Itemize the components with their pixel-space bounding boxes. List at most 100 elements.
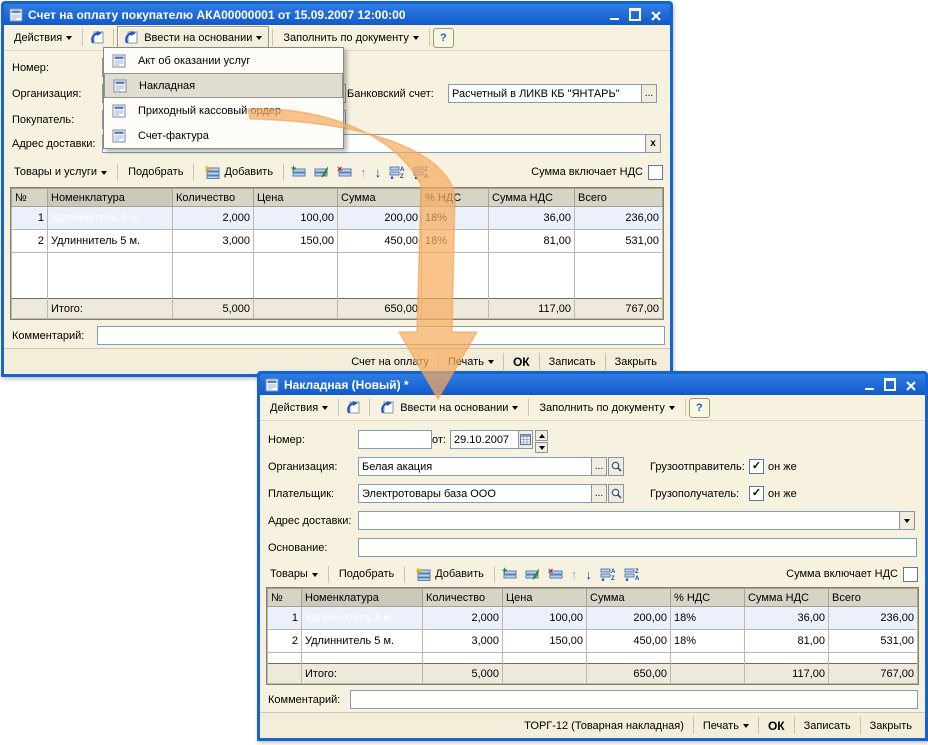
col-header-nomenclature[interactable]: Номенклатура: [48, 189, 173, 207]
insert-row-button[interactable]: +: [287, 162, 310, 182]
add-row-button[interactable]: ✶ Добавить: [197, 161, 280, 183]
minimize-icon[interactable]: [863, 379, 875, 391]
sort-za-button[interactable]: ZA: [409, 162, 433, 182]
maximize-icon[interactable]: [629, 9, 641, 21]
organization-field[interactable]: [358, 457, 598, 476]
close-button[interactable]: Закрыть: [861, 718, 921, 734]
payer-field[interactable]: [358, 484, 598, 503]
delete-row-button[interactable]: ×: [544, 564, 567, 584]
basis-field[interactable]: [358, 538, 917, 557]
chevron-down-icon: [256, 36, 262, 40]
sort-za-button[interactable]: ZA: [620, 564, 644, 584]
menu-item-cash-order[interactable]: Приходный кассовый ордер: [104, 98, 343, 123]
col-header-num[interactable]: №: [12, 189, 48, 207]
save-button[interactable]: Записать: [795, 718, 860, 734]
col-header-sum[interactable]: Сумма: [587, 589, 671, 607]
edit-row-button[interactable]: [310, 162, 333, 182]
col-header-vat[interactable]: % НДС: [671, 589, 745, 607]
organization-label: Организация:: [12, 88, 81, 100]
actions-menu-button[interactable]: Действия: [263, 398, 335, 418]
enter-on-basis-button[interactable]: Ввести на основании: [373, 396, 525, 419]
print-button[interactable]: Печать: [694, 718, 758, 734]
print-button[interactable]: Печать: [439, 354, 503, 370]
chevron-down-icon: [669, 406, 675, 410]
col-header-vat[interactable]: % НДС: [422, 189, 489, 207]
calendar-button[interactable]: [518, 430, 533, 449]
stepper-down-button[interactable]: [535, 442, 548, 453]
fill-by-document-button[interactable]: Заполнить по документу: [276, 28, 425, 48]
col-header-total[interactable]: Всего: [829, 589, 918, 607]
menu-item-invoice-factura[interactable]: Счет-фактура: [104, 123, 343, 148]
move-up-button[interactable]: ↑: [356, 162, 371, 183]
menu-item-waybill[interactable]: Накладная: [104, 73, 343, 98]
refresh-basis-icon-button[interactable]: [86, 27, 110, 48]
vat-included-checkbox[interactable]: [648, 165, 663, 180]
close-icon[interactable]: [905, 379, 917, 391]
ok-button[interactable]: ОК: [759, 717, 794, 735]
col-header-nomenclature[interactable]: Номенклатура: [302, 589, 423, 607]
refresh-basis-icon-button[interactable]: [342, 397, 366, 418]
close-icon[interactable]: [650, 9, 662, 21]
delivery-address-field[interactable]: [358, 511, 902, 530]
help-button[interactable]: ?: [433, 28, 454, 48]
maximize-icon[interactable]: [884, 379, 896, 391]
vat-included-checkbox[interactable]: [903, 567, 918, 582]
organization-lookup-button[interactable]: [608, 457, 624, 476]
edit-row-button[interactable]: [521, 564, 544, 584]
sort-az-button[interactable]: AZ: [385, 162, 409, 182]
ok-button[interactable]: ОК: [504, 353, 539, 371]
clear-field-button[interactable]: x: [645, 134, 661, 153]
triangle-down-icon: [904, 519, 910, 523]
actions-menu-button[interactable]: Действия: [7, 28, 79, 48]
help-button[interactable]: ?: [689, 398, 710, 418]
goods-services-menu-button[interactable]: Товары и услуги: [7, 162, 114, 182]
payer-ellipsis-button[interactable]: ...: [591, 484, 607, 503]
delete-row-button[interactable]: ×: [333, 162, 356, 182]
col-header-vat-sum[interactable]: Сумма НДС: [489, 189, 575, 207]
invoice-titlebar[interactable]: Счет на оплату покупателю АКА00000001 от…: [4, 4, 670, 25]
number-field[interactable]: [358, 430, 432, 449]
stepper-up-button[interactable]: [535, 430, 548, 441]
torg12-print-form-button[interactable]: ТОРГ-12 (Товарная накладная): [515, 718, 693, 734]
col-header-qty[interactable]: Количество: [173, 189, 254, 207]
enter-on-basis-button[interactable]: Ввести на основании: [117, 26, 269, 49]
bank-account-field[interactable]: [448, 84, 642, 103]
selected-cell[interactable]: Удлиннитель 3 м.: [302, 607, 423, 630]
invoice-print-form-button[interactable]: Счет на оплату: [342, 354, 438, 370]
delivery-address-dropdown-button[interactable]: [899, 511, 915, 530]
insert-row-button[interactable]: +: [498, 564, 521, 584]
bank-account-ellipsis-button[interactable]: ...: [641, 84, 657, 103]
sort-az-button[interactable]: AZ: [596, 564, 620, 584]
col-header-vat-sum[interactable]: Сумма НДС: [745, 589, 829, 607]
selected-cell[interactable]: Удлиннитель 3 м.: [48, 207, 173, 230]
date-field[interactable]: [450, 430, 520, 449]
close-button[interactable]: Закрыть: [606, 354, 666, 370]
col-header-price[interactable]: Цена: [254, 189, 338, 207]
move-down-button[interactable]: ↓: [371, 162, 386, 183]
payer-lookup-button[interactable]: [608, 484, 624, 503]
col-header-total[interactable]: Всего: [575, 189, 663, 207]
consignee-checkbox[interactable]: ✓: [749, 486, 764, 501]
consignor-checkbox[interactable]: ✓: [749, 459, 764, 474]
col-header-num[interactable]: №: [268, 589, 302, 607]
sort-za-icon: ZA: [624, 567, 640, 581]
col-header-price[interactable]: Цена: [503, 589, 587, 607]
organization-ellipsis-button[interactable]: ...: [591, 457, 607, 476]
col-header-sum[interactable]: Сумма: [338, 189, 422, 207]
move-up-button[interactable]: ↑: [567, 564, 582, 585]
waybill-button-bar: ТОРГ-12 (Товарная накладная) Печать ОК З…: [260, 712, 925, 738]
pick-button[interactable]: Подобрать: [332, 564, 401, 584]
minimize-icon[interactable]: [608, 9, 620, 21]
goods-menu-button[interactable]: Товары: [263, 564, 325, 584]
bank-account-label: Банковский счет:: [347, 88, 434, 100]
pick-button[interactable]: Подобрать: [121, 162, 190, 182]
comment-field[interactable]: [350, 690, 918, 709]
comment-field[interactable]: [97, 326, 665, 345]
col-header-qty[interactable]: Количество: [423, 589, 503, 607]
save-button[interactable]: Записать: [540, 354, 605, 370]
add-row-button[interactable]: ✶ Добавить: [408, 563, 491, 585]
waybill-titlebar[interactable]: Накладная (Новый) *: [260, 374, 925, 395]
move-down-button[interactable]: ↓: [581, 564, 596, 585]
menu-item-act[interactable]: Акт об оказании услуг: [104, 48, 343, 73]
fill-by-document-button[interactable]: Заполнить по документу: [532, 398, 681, 418]
